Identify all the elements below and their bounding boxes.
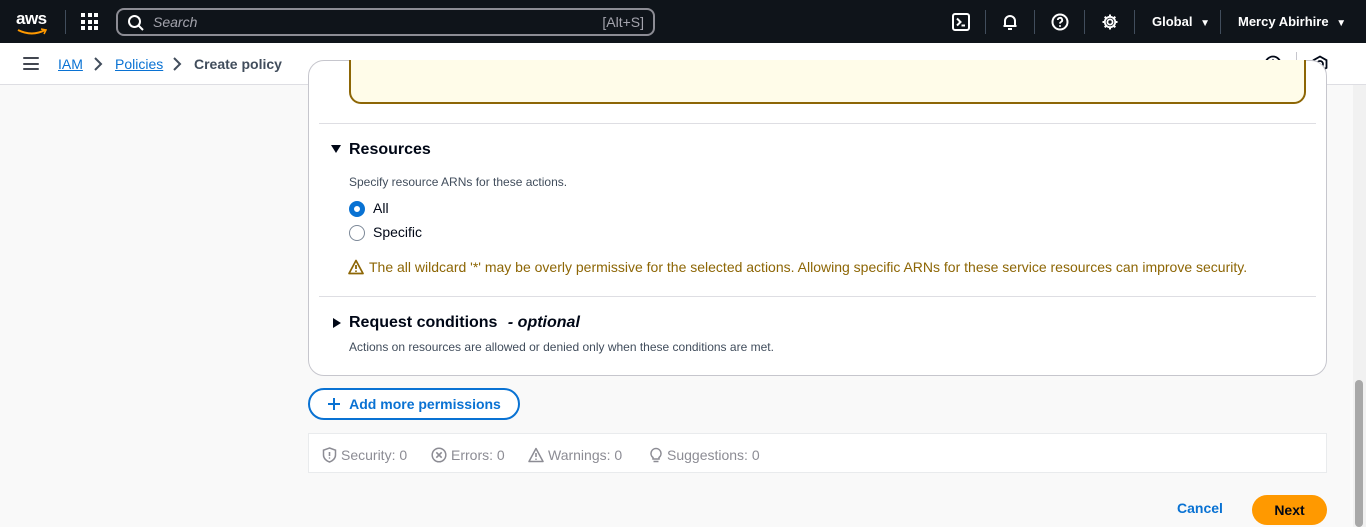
next-button[interactable]: Next [1252, 495, 1327, 525]
radio-all-label[interactable]: All [373, 200, 389, 216]
breadcrumb-iam[interactable]: IAM [58, 56, 83, 72]
next-button-label: Next [1274, 502, 1305, 518]
services-grid-icon[interactable] [81, 13, 98, 30]
caret-right-icon[interactable] [333, 318, 341, 328]
request-conditions-title[interactable]: Request conditions - optional [349, 314, 580, 332]
region-selector[interactable]: Global ▼ [1152, 14, 1210, 29]
resources-title[interactable]: Resources [349, 141, 431, 159]
radio-specific-label[interactable]: Specific [373, 224, 422, 240]
breadcrumb-policies[interactable]: Policies [115, 56, 163, 72]
wildcard-warning: The all wildcard '*' may be overly permi… [348, 259, 1247, 275]
errors-status[interactable]: Errors: 0 [431, 447, 505, 463]
search-input[interactable]: Search [Alt+S] [116, 8, 655, 36]
suggestions-status-text: Suggestions: 0 [667, 447, 760, 463]
request-conditions-label: Request conditions [349, 314, 498, 331]
search-shortcut: [Alt+S] [602, 14, 644, 30]
request-conditions-description: Actions on resources are allowed or deni… [349, 340, 774, 354]
caret-down-icon[interactable] [331, 145, 341, 153]
cancel-button[interactable]: Cancel [1170, 500, 1230, 516]
security-status[interactable]: Security: 0 [322, 447, 407, 463]
account-menu[interactable]: Mercy Abirhire ▼ [1238, 14, 1346, 29]
warnings-status[interactable]: Warnings: 0 [528, 447, 622, 463]
scrollbar-thumb[interactable] [1355, 380, 1363, 527]
help-icon[interactable] [1050, 12, 1070, 32]
section-divider [319, 296, 1316, 297]
warning-box [349, 60, 1306, 104]
bell-icon[interactable] [1000, 12, 1020, 32]
resources-description: Specify resource ARNs for these actions. [349, 175, 568, 189]
aws-logo-text: aws [16, 9, 47, 28]
search-placeholder: Search [153, 14, 198, 30]
section-divider [319, 123, 1316, 124]
security-status-text: Security: 0 [341, 447, 408, 463]
lightbulb-icon [650, 447, 662, 463]
suggestions-status[interactable]: Suggestions: 0 [649, 447, 760, 463]
search-icon [128, 15, 144, 31]
radio-specific[interactable] [349, 225, 365, 241]
plus-icon [328, 398, 341, 410]
shield-icon [322, 447, 337, 463]
warnings-status-text: Warnings: 0 [548, 447, 623, 463]
nav-separator [65, 10, 66, 34]
top-navigation: aws Search [Alt+S] Global ▼ Mercy Abirhi… [0, 0, 1366, 43]
caret-down-icon: ▼ [1200, 18, 1210, 29]
menu-icon[interactable] [23, 57, 39, 70]
nav-separator [1134, 10, 1135, 34]
validation-status-bar: Security: 0 Errors: 0 Warnings: 0 Sugges… [308, 433, 1327, 473]
chevron-right-icon [94, 57, 103, 71]
radio-all[interactable] [349, 201, 365, 217]
add-more-permissions-button[interactable]: Add more permissions [308, 388, 520, 420]
cloudshell-icon[interactable] [951, 12, 971, 32]
nav-separator [1084, 10, 1085, 34]
error-icon [431, 447, 447, 463]
wildcard-warning-text: The all wildcard '*' may be overly permi… [369, 259, 1248, 275]
user-name: Mercy Abirhire [1238, 14, 1329, 29]
warning-icon [528, 447, 544, 463]
optional-label: - optional [507, 314, 580, 331]
chevron-right-icon [173, 57, 182, 71]
aws-logo[interactable]: aws [16, 9, 47, 35]
nav-separator [1220, 10, 1221, 34]
gear-icon[interactable] [1100, 12, 1120, 32]
nav-separator [985, 10, 986, 34]
errors-status-text: Errors: 0 [451, 447, 505, 463]
region-label: Global [1152, 14, 1193, 29]
breadcrumb-create-policy: Create policy [194, 56, 282, 72]
caret-down-icon: ▼ [1336, 18, 1347, 29]
nav-separator [1034, 10, 1035, 34]
warning-icon [348, 259, 364, 275]
add-more-permissions-label: Add more permissions [349, 396, 501, 412]
